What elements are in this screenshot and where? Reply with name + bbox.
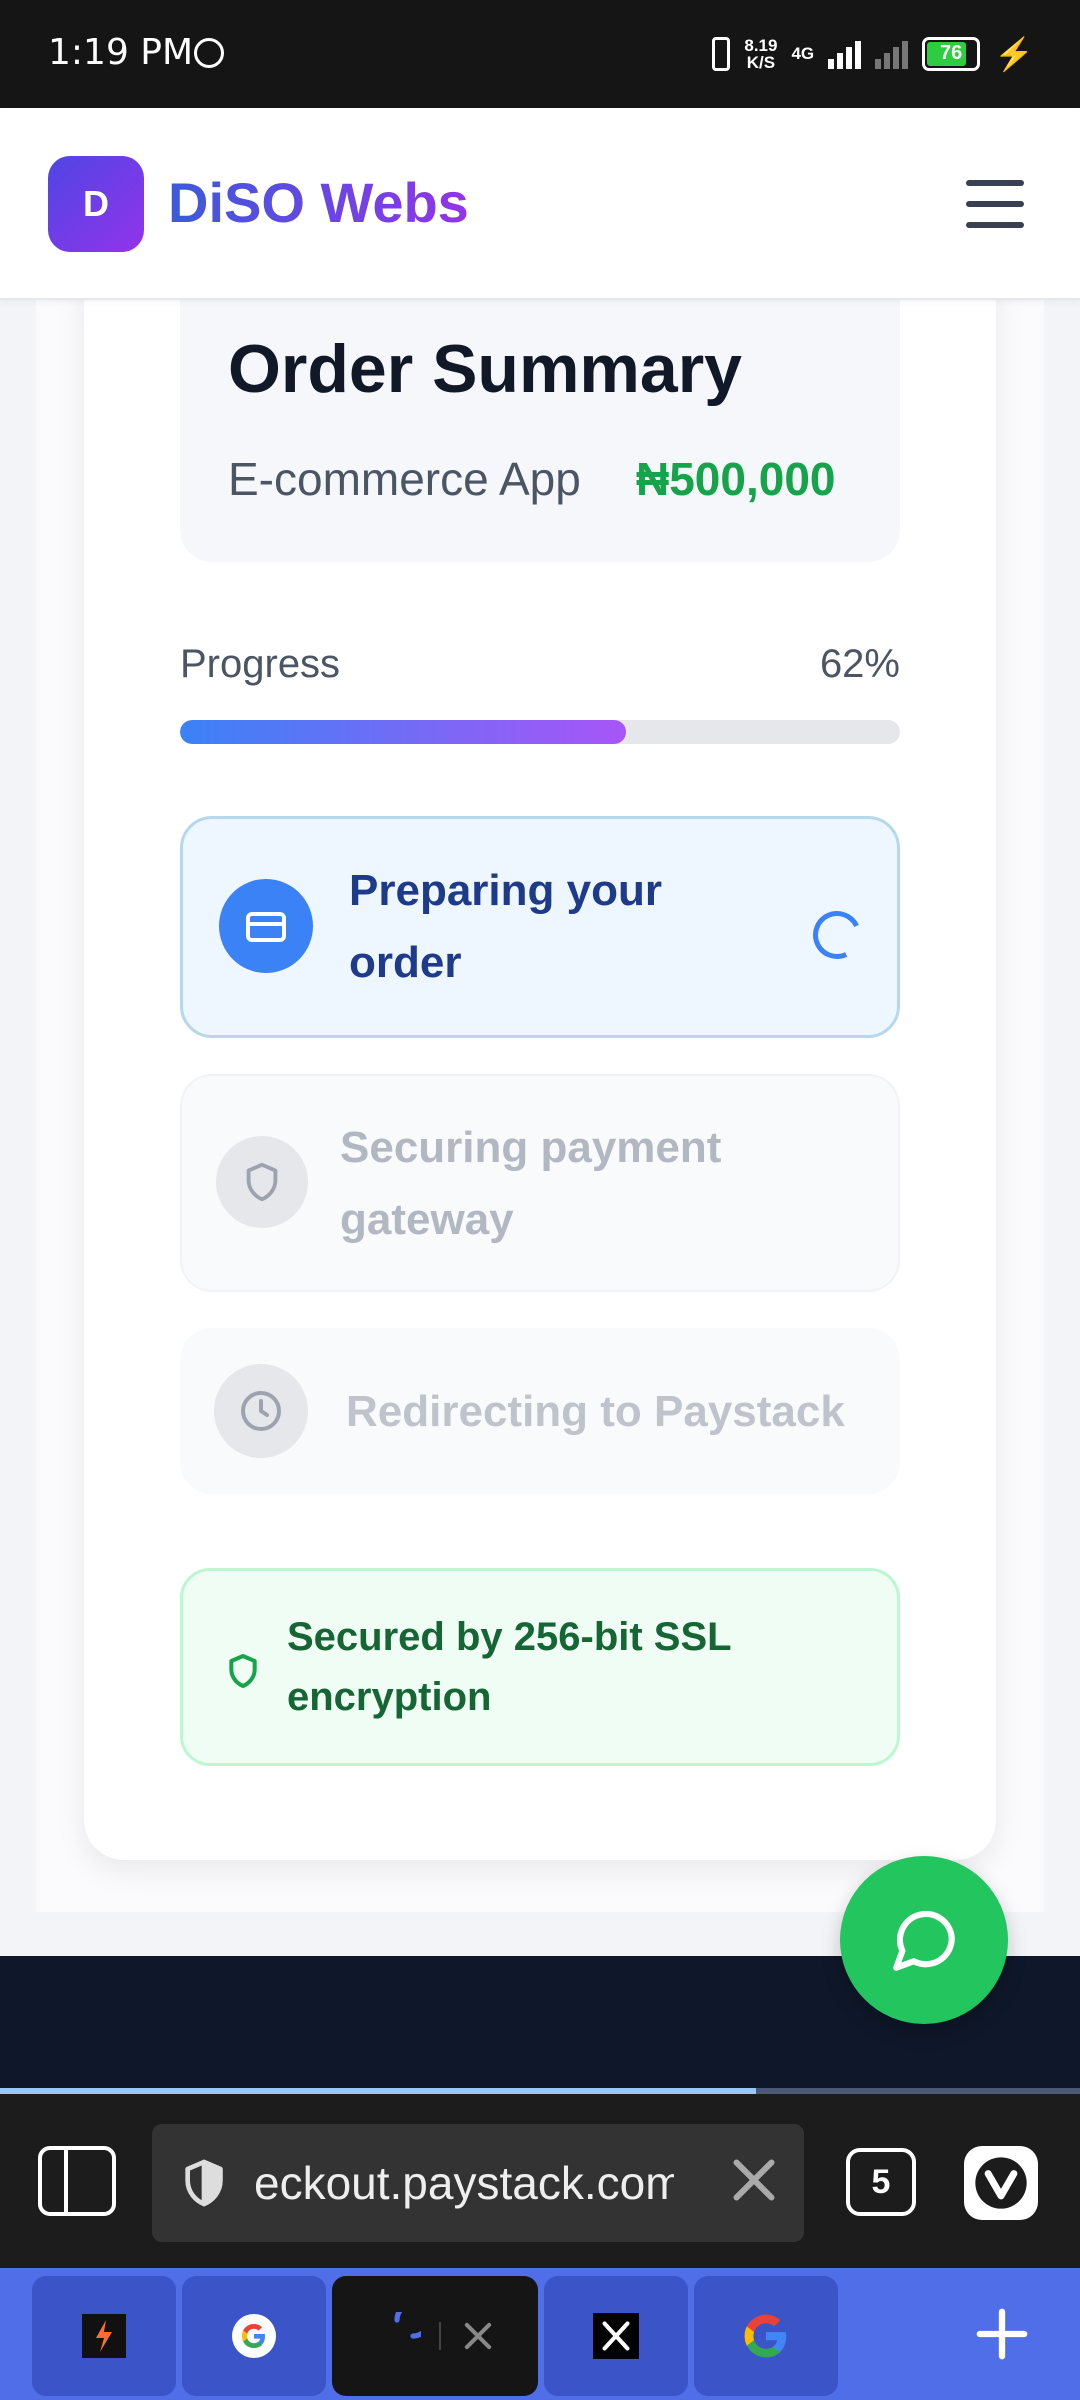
tab-separator — [439, 2322, 441, 2350]
step-label: Preparing your order — [349, 866, 662, 987]
network-speed: 8.19 K/S — [744, 37, 777, 71]
google-favicon-icon — [232, 2314, 276, 2358]
signal-secondary-icon — [875, 39, 909, 69]
progress-label: Progress — [180, 642, 341, 686]
tab-item[interactable] — [694, 2276, 838, 2396]
hamburger-menu-icon[interactable] — [966, 180, 1024, 228]
vivaldi-menu-icon[interactable] — [964, 2146, 1038, 2220]
google-favicon-icon — [744, 2314, 787, 2358]
battery-icon: 76 — [922, 37, 981, 71]
progress-bar-fill — [180, 720, 627, 744]
status-indicators: 8.19 K/S 4G 76 ⚡ — [712, 30, 1034, 78]
network-speed-unit: K/S — [746, 53, 776, 72]
order-summary-title: Order Summary — [228, 331, 742, 407]
tab-count: 5 — [871, 2162, 891, 2201]
progress-bar — [180, 720, 900, 744]
shield-icon — [216, 1136, 308, 1228]
side-panel-icon[interactable] — [38, 2146, 116, 2216]
clock-icon — [214, 1364, 308, 1458]
step-securing-gateway: Securing payment gateway — [180, 1074, 900, 1292]
brand-name[interactable]: DiSO Webs — [168, 170, 469, 235]
tab-item[interactable] — [544, 2276, 688, 2396]
progress-value: 62% — [819, 642, 900, 686]
x-favicon-icon — [593, 2313, 639, 2359]
tab-switcher-button[interactable]: 5 — [846, 2148, 916, 2216]
app-favicon-icon — [82, 2314, 126, 2358]
close-tab-icon — [464, 2322, 492, 2350]
step-preparing-order: Preparing your order — [180, 816, 900, 1038]
ssl-security-notice: Secured by 256-bit SSL encryption — [180, 1568, 900, 1766]
tab-strip — [0, 2268, 1080, 2400]
step-redirecting: Redirecting to Paystack — [180, 1328, 900, 1494]
vibrate-icon — [712, 37, 731, 71]
status-time: 1:19 PM — [48, 32, 194, 73]
new-tab-icon[interactable] — [964, 2296, 1040, 2372]
address-bar[interactable]: eckout.paystack.com — [152, 2124, 804, 2242]
order-summary — [180, 270, 900, 562]
tracker-blocker-shield-icon[interactable] — [176, 2152, 232, 2219]
chat-button[interactable] — [840, 1856, 1008, 2024]
whatsapp-notification-icon — [194, 38, 224, 68]
charging-icon: ⚡ — [994, 36, 1034, 72]
chat-bubble-icon — [893, 1910, 955, 1971]
ssl-security-text: Secured by 256-bit SSL encryption — [287, 1615, 731, 1719]
tab-item-active[interactable] — [332, 2276, 538, 2396]
network-type: 4G — [791, 44, 815, 63]
loading-spinner-icon — [806, 904, 868, 966]
network-speed-value: 8.19 — [744, 36, 778, 55]
step-label: Securing payment gateway — [340, 1123, 722, 1244]
status-bar: 1:19 PM 8.19 K/S 4G 76 ⚡ — [0, 0, 1080, 108]
tab-item[interactable] — [182, 2276, 326, 2396]
card-icon — [219, 879, 313, 973]
shield-icon — [223, 1649, 263, 1698]
browser-toolbar: eckout.paystack.com 5 — [0, 2094, 1080, 2268]
tab-item[interactable] — [32, 2276, 176, 2396]
logo[interactable]: D — [48, 156, 144, 252]
signal-icon — [828, 39, 862, 69]
step-label: Redirecting to Paystack — [346, 1387, 845, 1436]
order-price: ₦500,000 — [636, 453, 836, 505]
order-item-name: E-commerce App — [228, 453, 581, 505]
loading-spinner-icon — [394, 2312, 421, 2339]
battery-level: 76 — [940, 42, 963, 64]
site-header: D DiSO Webs — [0, 108, 1080, 300]
url-text: eckout.paystack.com — [254, 2157, 674, 2209]
clear-url-icon[interactable] — [724, 2150, 784, 2210]
logo-letter: D — [83, 183, 109, 224]
